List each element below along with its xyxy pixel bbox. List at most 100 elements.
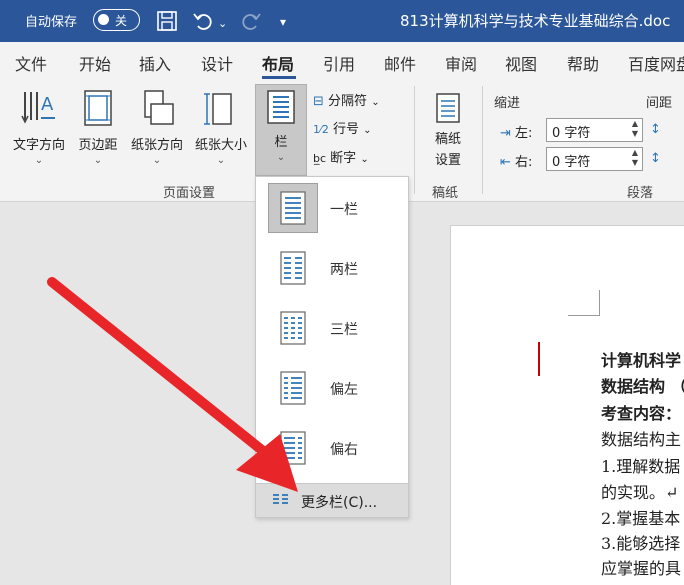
chevron-down-icon: ⌄ [216,155,226,166]
right-column-icon [268,423,318,473]
menu-item-label: 偏右 [330,442,358,458]
tab-insert[interactable]: 插入 [139,51,171,75]
chevron-down-icon: ⌄ [34,155,44,166]
active-tab-indicator [262,76,296,79]
redo-icon[interactable] [240,10,262,37]
menu-item-label: 两栏 [330,262,358,278]
doc-line: 1.理解数据 [601,457,681,476]
more-columns-button[interactable]: 更多栏(C)... [256,483,408,517]
line-numbers-icon: 1⁄2 [313,123,329,136]
tab-review[interactable]: 审阅 [445,51,477,75]
tab-help[interactable]: 帮助 [567,51,599,75]
group-divider [414,86,415,194]
spacing-before-icon[interactable]: ↕ [650,122,661,137]
columns-button[interactable]: 栏 ⌄ [255,84,307,176]
indent-right-label: ⇤ 右: [500,151,532,170]
tab-home[interactable]: 开始 [79,51,111,75]
menu-item-right[interactable]: 偏右 [268,423,398,475]
indent-right-input[interactable]: 0 字符 ▲ ▼ [546,147,643,171]
breaks-button[interactable]: ⊟ 分隔符 ⌄ [313,90,380,109]
more-columns-label: 更多栏(C)... [301,495,378,511]
columns-icon [267,90,295,124]
indent-right-icon: ⇤ [500,155,511,170]
indent-left-icon: ⇥ [500,126,511,141]
doc-line: 数据结构主 [601,430,682,449]
group-divider [482,86,483,194]
margins-icon [84,90,112,126]
doc-line: 应掌握的具 [601,559,682,578]
text-direction-label: 文字方向 [12,138,65,153]
breaks-label: 分隔符 [328,94,368,109]
indent-left-label: ⇥ 左: [500,122,532,141]
undo-dropdown-icon[interactable]: ⌄ [218,14,227,34]
chevron-down-icon: ⌄ [152,155,162,166]
indent-left-input[interactable]: 0 字符 ▲ ▼ [546,118,643,142]
text-direction-button[interactable]: A 文字方向 ⌄ [8,88,70,166]
line-numbers-button[interactable]: 1⁄2 行号 ⌄ [313,118,372,137]
line-numbers-label: 行号 [332,122,359,137]
chevron-down-icon: ⌄ [276,152,286,163]
autosave-label: 自动保存 [25,15,78,30]
tab-references[interactable]: 引用 [323,51,355,75]
menu-item-three-columns[interactable]: 三栏 [268,303,398,355]
indent-left-text: 左: [515,126,533,141]
left-column-icon [268,363,318,413]
doc-line: 2.掌握基本 [601,509,681,528]
hyphenation-label: 断字 [330,151,357,166]
orientation-icon [144,90,174,125]
menu-item-one-column[interactable]: 一栏 [268,183,398,235]
tab-baidu-netdisk[interactable]: 百度网盘 [628,51,684,75]
indent-right-value: 0 字符 [552,155,591,170]
hyphenation-button[interactable]: b̲c 断字 ⌄ [313,147,369,166]
columns-dropdown-menu: 一栏 两栏 三栏 偏左 偏右 更多栏(C)... [255,176,409,518]
doc-line: 的实现。↵ [601,483,679,502]
customize-toolbar-icon[interactable]: ▾ [280,12,286,32]
save-icon[interactable] [156,10,178,37]
three-columns-icon [268,303,318,353]
margin-corner-mark [568,290,600,316]
undo-icon[interactable] [192,10,214,37]
menu-item-label: 偏左 [330,382,358,398]
toggle-state-label: 关 [115,14,128,28]
doc-line: 考查内容： [601,404,682,423]
breaks-icon: ⊟ [313,94,324,109]
autosave-toggle[interactable]: 关 [93,9,140,31]
draft-group-label: 稿纸 [432,186,459,201]
indent-title: 缩进 [494,96,521,111]
more-columns-icon [272,492,290,510]
one-column-icon [268,183,318,233]
spacing-title: 间距 [646,96,673,111]
tab-mailings[interactable]: 邮件 [384,51,416,75]
chevron-down-icon: ⌄ [363,125,372,136]
two-columns-icon [268,243,318,293]
columns-label: 栏 [274,135,288,150]
spin-arrows-icon[interactable]: ▲ ▼ [632,119,638,139]
tab-view[interactable]: 视图 [505,51,537,75]
doc-line: 3.能够选择 [601,534,681,553]
title-bar: 自动保存 关 ⌄ ▾ 813计算机科学与技术专业基础综合.doc [0,0,684,42]
columns-button-inner: 栏 ⌄ [256,89,306,163]
margins-label: 页边距 [78,138,118,153]
menu-item-two-columns[interactable]: 两栏 [268,243,398,295]
spin-arrows-icon[interactable]: ▲ ▼ [632,148,638,168]
menu-item-left[interactable]: 偏左 [268,363,398,415]
size-label: 纸张大小 [194,138,247,153]
chevron-down-icon: ⌄ [360,154,369,165]
margins-button[interactable]: 页边距 ⌄ [74,88,122,166]
orientation-label: 纸张方向 [130,138,183,153]
chevron-down-icon: ⌄ [93,155,103,166]
draft-settings-label-2: 设置 [434,153,461,168]
paragraph-group-label: 段落 [627,186,654,201]
tab-design[interactable]: 设计 [201,51,233,75]
ribbon-tabs: 文件 开始 插入 设计 布局 引用 邮件 审阅 视图 帮助 百度网盘 [0,42,684,80]
menu-item-label: 一栏 [330,202,358,218]
orientation-button[interactable]: 纸张方向 ⌄ [126,88,188,166]
size-button[interactable]: 纸张大小 ⌄ [190,88,252,166]
draft-settings-button[interactable]: 稿纸 设置 [425,92,471,168]
tab-layout[interactable]: 布局 [262,51,294,75]
spacing-after-icon[interactable]: ↕ [650,151,661,166]
tab-file[interactable]: 文件 [15,51,47,75]
draft-paper-icon [436,93,460,123]
text-cursor [538,342,540,376]
text-direction-icon: A [21,92,55,124]
